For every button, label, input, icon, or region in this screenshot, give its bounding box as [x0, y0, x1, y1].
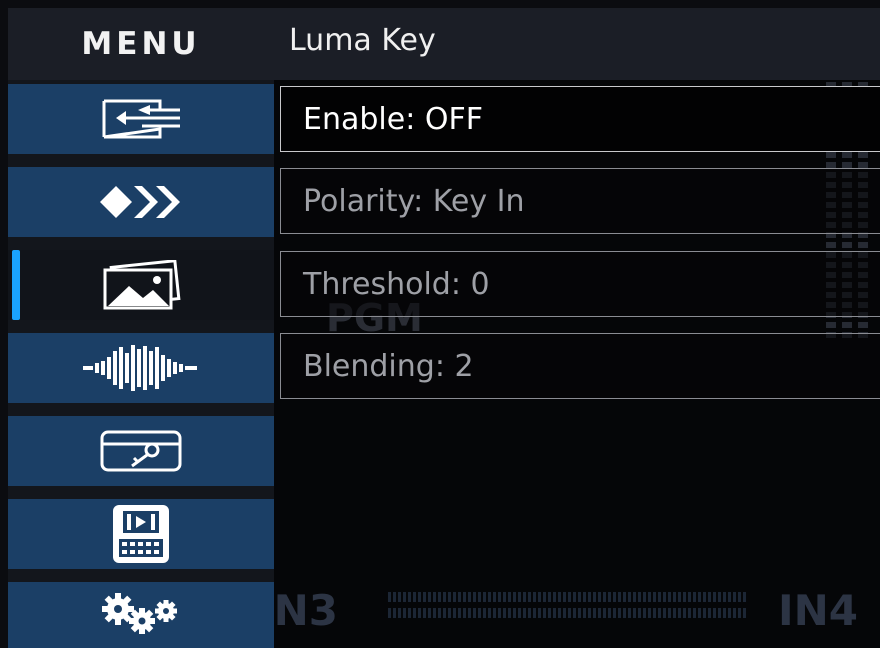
transition-chevrons-icon	[100, 186, 180, 218]
setting-enable-label: Enable: OFF	[303, 101, 483, 137]
in4-audio-meter-2	[388, 608, 748, 618]
sidebar-item-settings[interactable]	[8, 582, 274, 648]
setting-blending-label: Blending: 2	[303, 348, 474, 384]
sidebar	[8, 80, 274, 648]
setting-row-polarity[interactable]: Polarity: Key In	[280, 168, 880, 234]
in4-label: IN4	[778, 586, 859, 635]
gears-icon	[102, 593, 177, 634]
active-indicator	[12, 250, 20, 320]
macro-panel-icon	[113, 505, 169, 563]
setting-row-threshold[interactable]: Threshold: 0	[280, 251, 880, 317]
sidebar-item-audio[interactable]	[8, 333, 274, 403]
sidebar-item-key[interactable]	[8, 416, 274, 486]
menu-title: MENU	[81, 26, 201, 62]
sidebar-item-input-output[interactable]	[8, 84, 274, 154]
header-bar: MENU Luma Key	[8, 8, 880, 80]
audio-waveform-icon	[83, 345, 197, 391]
io-arrows-icon	[102, 99, 180, 139]
setting-threshold-label: Threshold: 0	[303, 266, 490, 302]
in4-audio-meter	[388, 592, 748, 602]
setting-row-blending[interactable]: Blending: 2	[280, 333, 880, 399]
setting-polarity-label: Polarity: Key In	[303, 183, 525, 219]
app-frame: PGM IN3 IN4 MENU Luma Key Enable: OFF Po…	[8, 8, 880, 648]
setting-row-enable[interactable]: Enable: OFF	[280, 86, 880, 152]
picture-frames-icon	[103, 260, 181, 310]
sidebar-item-transitions[interactable]	[8, 167, 274, 237]
sidebar-item-picture[interactable]	[8, 250, 274, 320]
page-title: Luma Key	[289, 22, 436, 58]
sidebar-item-macro[interactable]	[8, 499, 274, 569]
key-card-icon	[100, 430, 182, 472]
